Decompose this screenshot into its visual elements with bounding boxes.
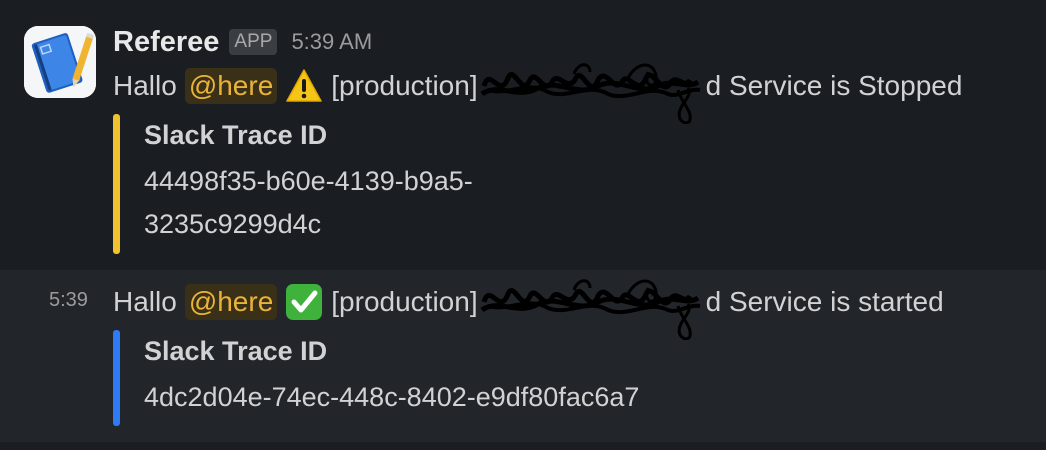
- message-text: Hallo @here [production] d Service is St…: [113, 63, 963, 124]
- sender-name[interactable]: Referee: [113, 26, 219, 59]
- attachment-title: Slack Trace ID: [144, 336, 328, 366]
- message-list-bottom: [0, 442, 1046, 450]
- check-mark-button-icon: [286, 284, 323, 320]
- trace-id-value: 44498f35-b60e-4139-b9a5- 3235c9299d4c: [144, 160, 564, 246]
- message-text-2: Hallo @here [production] d Service is st…: [113, 279, 944, 340]
- trace-id-line-1: 44498f35-b60e-4139-b9a5-: [144, 166, 473, 196]
- attachment-color-bar: [113, 114, 120, 254]
- trace-id-value: 4dc2d04e-74ec-448c-8402-e9df80fac6a7: [144, 382, 640, 412]
- attachment-color-bar: [113, 330, 120, 426]
- warning-icon: [286, 69, 323, 102]
- message-timestamp[interactable]: 5:39 AM: [291, 29, 372, 55]
- app-avatar[interactable]: [24, 26, 96, 98]
- notebook-icon: [24, 26, 96, 98]
- hover-timestamp[interactable]: 5:39: [49, 289, 88, 312]
- here-mention[interactable]: @here: [184, 284, 278, 320]
- attachment-title: Slack Trace ID: [144, 120, 328, 150]
- app-badge: APP: [229, 29, 278, 55]
- greeting-text: Hallo: [113, 286, 177, 317]
- message-1[interactable]: Referee APP 5:39 AM Hallo @here [product…: [0, 0, 1046, 270]
- status-text: d Service is started: [705, 286, 944, 317]
- status-text: d Service is Stopped: [705, 70, 963, 101]
- greeting-text: Hallo: [113, 70, 177, 101]
- trace-id-line-2: 3235c9299d4c: [144, 209, 322, 239]
- redacted-scribble: [478, 63, 706, 124]
- here-mention[interactable]: @here: [184, 68, 278, 104]
- environment-tag: [production]: [331, 70, 478, 101]
- redacted-scribble: [478, 279, 706, 340]
- environment-tag: [production]: [331, 286, 478, 317]
